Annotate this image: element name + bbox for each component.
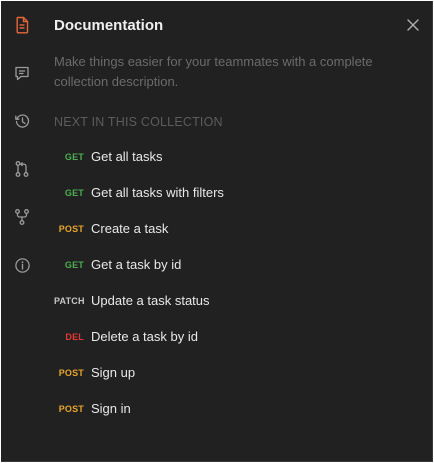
comments-icon [15,66,29,81]
documentation-icon [16,16,29,34]
request-name: Sign up [91,365,136,380]
request-name: Get all tasks [91,149,163,164]
method-badge: PATCH [54,296,85,306]
request-item[interactable]: PATCH Update a task status [54,283,432,319]
request-item[interactable]: POST Sign in [54,391,432,427]
request-item[interactable]: POST Sign up [54,355,432,391]
request-item[interactable]: GET Get a task by id [54,247,432,283]
request-item[interactable]: DEL Delete a task by id [54,319,432,355]
history-icon [14,113,29,128]
request-name: Get all tasks with filters [91,185,224,200]
documentation-tab[interactable] [7,10,37,40]
request-list: GET Get all tasks GET Get all tasks with… [54,139,432,427]
method-badge: GET [64,188,84,198]
close-button[interactable] [404,16,422,34]
close-icon [407,19,419,31]
panel-title: Documentation [54,17,164,34]
request-name: Update a task status [91,293,210,308]
right-sidebar-rail [1,1,45,461]
info-icon [14,257,30,273]
request-name: Get a task by id [91,257,182,272]
request-name: Delete a task by id [91,329,198,344]
method-badge: DEL [65,332,84,342]
history-tab[interactable] [7,106,37,136]
request-item[interactable]: GET Get all tasks with filters [54,175,432,211]
method-badge: POST [58,368,84,378]
info-tab[interactable] [7,250,37,280]
request-item[interactable]: POST Create a task [54,211,432,247]
method-badge: POST [58,404,84,414]
method-badge: POST [58,224,84,234]
comments-tab[interactable] [7,58,37,88]
collection-description-placeholder[interactable]: Make things easier for your teammates wi… [54,52,394,92]
documentation-panel: Documentation Make things easier for you… [1,1,433,462]
method-badge: GET [64,260,84,270]
method-badge: GET [64,152,84,162]
fork-icon [15,209,29,225]
request-name: Create a task [91,221,169,236]
forks-tab[interactable] [7,202,37,232]
pull-request-icon [15,161,29,177]
section-heading: NEXT IN THIS COLLECTION [54,115,223,129]
pull-requests-tab[interactable] [7,154,37,184]
request-item[interactable]: GET Get all tasks [54,139,432,175]
request-name: Sign in [91,401,131,416]
documentation-content: Documentation Make things easier for you… [54,1,432,461]
